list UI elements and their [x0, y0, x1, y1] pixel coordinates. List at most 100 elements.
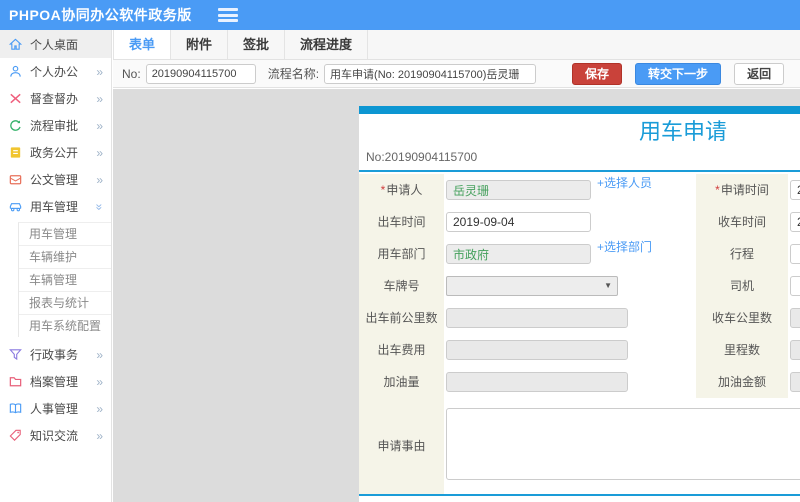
field-label-applicant: *申请人: [359, 174, 444, 206]
sidebar-item-label: 公文管理: [30, 173, 79, 187]
field-km-return: [788, 302, 800, 334]
sidebar-item-personal-office[interactable]: 个人办公 »: [0, 58, 111, 85]
user-icon: [8, 64, 23, 79]
form-divider: [359, 170, 800, 172]
sidebar-item-supervision[interactable]: 督查督办 »: [0, 85, 111, 112]
tab-form[interactable]: 表单: [113, 30, 172, 59]
field-label-reason: 申请事由: [359, 398, 444, 494]
field-itinerary: [788, 238, 800, 270]
knowledge-icon: [8, 428, 23, 443]
work-area: 用车申请 No:20190904115700 *申请人 +选择人员 *申请时间 …: [113, 89, 800, 502]
vehicle-icon: [8, 199, 23, 214]
flow-name-input[interactable]: [324, 63, 537, 84]
departure-time-input[interactable]: [446, 212, 591, 232]
apply-time-input[interactable]: [790, 180, 800, 200]
approval-icon: [8, 118, 23, 133]
applicant-input[interactable]: [446, 180, 591, 200]
km-before-input: [446, 308, 628, 328]
form-grid: *申请人 +选择人员 *申请时间 出车时间 收车时间 用车部门: [359, 174, 800, 494]
form-title: 用车申请: [638, 119, 727, 144]
sidebar-item-label: 人事管理: [30, 402, 79, 416]
save-button[interactable]: 保存: [572, 62, 623, 85]
tab-bar: 表单 附件 签批 流程进度: [113, 30, 800, 60]
required-asterisk: *: [380, 183, 386, 197]
sidebar-item-archive-management[interactable]: 档案管理 »: [0, 368, 111, 395]
field-label-km-return: 收车公里数: [696, 302, 788, 334]
disclosure-icon: [8, 145, 23, 160]
chevron-right-icon: »: [96, 428, 103, 443]
toolbar: No: 流程名称: 保存 转交下一步 返回: [113, 60, 800, 88]
field-fuel-cost: [788, 366, 800, 398]
sidebar-item-flow-approval[interactable]: 流程审批 »: [0, 112, 111, 139]
select-department-link[interactable]: +选择部门: [597, 240, 652, 254]
field-label-trip-cost: 出车费用: [359, 334, 444, 366]
tab-flow-progress[interactable]: 流程进度: [285, 30, 369, 59]
top-bar: PHPOA协同办公软件政务版: [0, 0, 800, 30]
main-content: 表单 附件 签批 流程进度 No: 流程名称: 保存 转交下一步 返回 用车申请…: [113, 30, 800, 502]
field-plate-number: ▼: [444, 270, 696, 302]
field-label-fuel-cost: 加油金额: [696, 366, 788, 398]
required-asterisk: *: [715, 183, 720, 197]
submenu-item-vehicle-admin[interactable]: 车辆管理: [19, 269, 111, 292]
sidebar-item-knowledge-exchange[interactable]: 知识交流 »: [0, 422, 111, 449]
itinerary-input[interactable]: [790, 244, 800, 264]
field-label-apply-time: *申请时间: [696, 174, 788, 206]
sidebar-item-label: 个人桌面: [30, 37, 79, 52]
fuel-amount-input: [446, 372, 628, 392]
sidebar-item-hr-management[interactable]: 人事管理 »: [0, 395, 111, 422]
field-label-itinerary: 行程: [696, 238, 788, 270]
select-caret-icon: ▼: [604, 281, 612, 290]
return-time-input[interactable]: [790, 212, 800, 232]
plate-number-select[interactable]: ▼: [446, 276, 618, 296]
field-label-plate-number: 车牌号: [359, 270, 444, 302]
field-label-km-before: 出车前公里数: [359, 302, 444, 334]
select-person-link[interactable]: +选择人员: [597, 176, 652, 190]
driver-input[interactable]: [790, 276, 800, 296]
hamburger-menu-icon[interactable]: [217, 8, 238, 22]
tab-attachments[interactable]: 附件: [171, 30, 229, 59]
admin-icon: [8, 347, 23, 362]
chevron-right-icon: »: [96, 401, 103, 416]
sidebar-item-official-documents[interactable]: 公文管理 »: [0, 166, 111, 193]
submenu-item-vehicle-system-config[interactable]: 用车系统配置: [19, 315, 111, 337]
chevron-right-icon: »: [96, 172, 103, 187]
forward-next-step-button[interactable]: 转交下一步: [635, 62, 722, 85]
reason-textarea[interactable]: [446, 408, 800, 480]
sidebar-item-personal-desktop[interactable]: 个人桌面: [0, 30, 111, 58]
submenu-item-vehicle-maintenance[interactable]: 车辆维护: [19, 246, 111, 269]
field-mileage: [788, 334, 800, 366]
chevron-right-icon: »: [96, 91, 103, 106]
field-applicant: +选择人员: [444, 174, 696, 206]
supervise-icon: [8, 91, 23, 106]
trip-cost-input: [446, 340, 628, 360]
form-bottom-divider: [359, 494, 800, 496]
submenu-item-reports-statistics[interactable]: 报表与统计: [19, 292, 111, 315]
field-km-before: [444, 302, 696, 334]
archive-icon: [8, 374, 23, 389]
field-trip-cost: [444, 334, 696, 366]
field-departure-time: [444, 206, 696, 238]
tab-sign-approve[interactable]: 签批: [228, 30, 286, 59]
field-apply-time: [788, 174, 800, 206]
field-label-mileage: 里程数: [696, 334, 788, 366]
field-return-time: [788, 206, 800, 238]
submenu-item-vehicle-management[interactable]: 用车管理: [19, 223, 111, 246]
sidebar-item-label: 知识交流: [30, 429, 79, 443]
chevron-right-icon: »: [96, 118, 103, 133]
sidebar-item-label: 督查督办: [30, 92, 79, 106]
field-department: +选择部门: [444, 238, 696, 270]
flow-name-label: 流程名称:: [267, 67, 320, 81]
department-input[interactable]: [446, 244, 591, 264]
hr-icon: [8, 401, 23, 416]
no-input[interactable]: [145, 63, 256, 84]
sidebar-item-vehicle-management[interactable]: 用车管理 »: [0, 193, 111, 220]
chevron-right-icon: »: [96, 145, 103, 160]
chevron-right-icon: »: [96, 64, 103, 79]
sidebar-item-gov-disclosure[interactable]: 政务公开 »: [0, 139, 111, 166]
sidebar-item-label: 行政事务: [30, 348, 79, 362]
home-icon: [8, 37, 23, 52]
sidebar-item-label: 政务公开: [30, 146, 79, 160]
sidebar-item-administrative-affairs[interactable]: 行政事务 »: [0, 341, 111, 368]
field-reason: [444, 398, 800, 494]
back-button[interactable]: 返回: [734, 62, 785, 85]
